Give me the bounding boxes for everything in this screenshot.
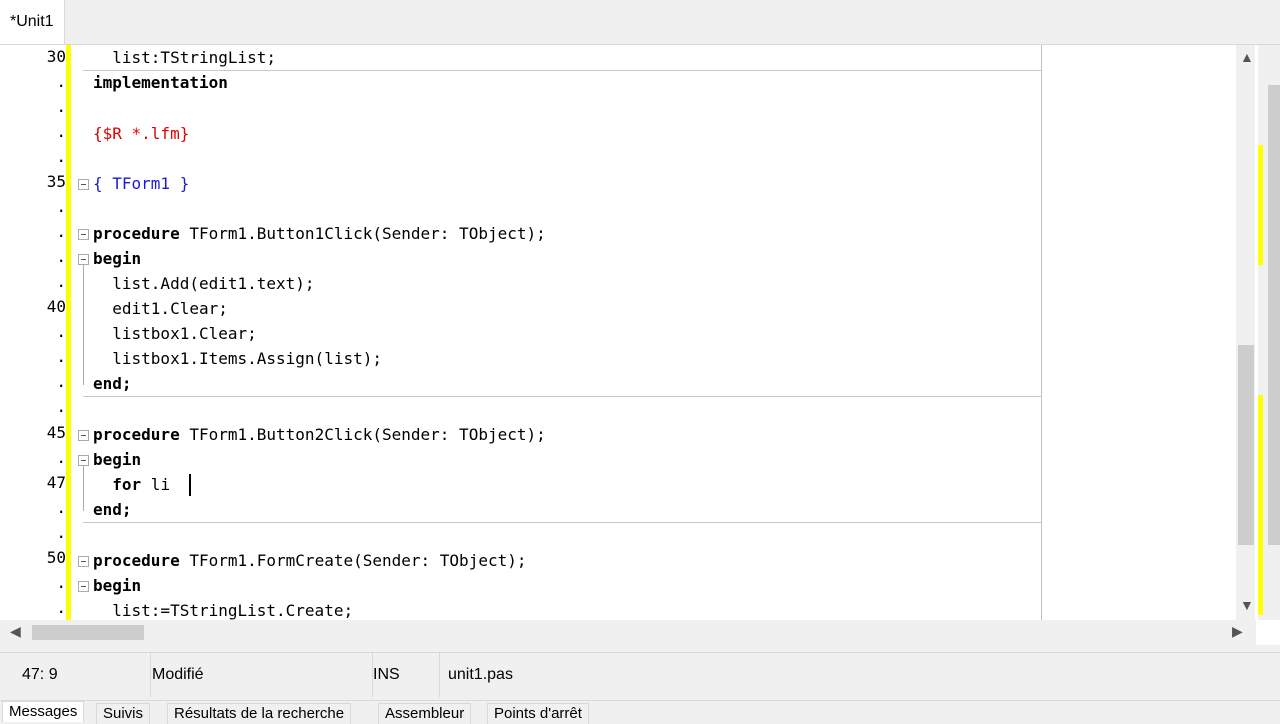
code-line: listbox1.Items.Assign(list);: [93, 349, 382, 368]
line-number: 45: [46, 423, 66, 442]
line-number: 47: [46, 473, 66, 492]
file-name: unit1.pas: [448, 666, 513, 683]
code-line: edit1.Clear;: [93, 299, 228, 318]
line-number: 50: [46, 548, 66, 567]
tab-search-results[interactable]: Résultats de la recherche: [167, 703, 352, 724]
line-number: 35: [46, 172, 66, 191]
tab-messages[interactable]: Messages: [2, 701, 85, 722]
code-line: begin: [93, 450, 142, 469]
line-number: 40: [46, 297, 66, 316]
modified-lines-bar: [66, 45, 71, 620]
line-number: .: [56, 72, 66, 91]
cursor-position: 47: 9: [12, 653, 151, 697]
line-number: .: [56, 372, 66, 391]
status-bar: 47: 9 Modifié INS unit1.pas: [0, 652, 1280, 697]
scroll-up-icon[interactable]: ▲: [1240, 49, 1254, 65]
section-separator: [83, 396, 1041, 397]
code-text: TForm1.Button1Click(Sender: TObject);: [179, 224, 546, 243]
code-area[interactable]: list:TStringList; implementation {$R *.l…: [78, 45, 1236, 620]
fold-toggle-icon[interactable]: [78, 581, 89, 592]
line-number: .: [56, 523, 66, 542]
code-line: list:=TStringList.Create;: [93, 601, 354, 620]
fold-toggle-icon[interactable]: [78, 430, 89, 441]
text-cursor: [189, 474, 191, 496]
scroll-down-icon[interactable]: ▼: [1240, 597, 1254, 613]
code-line: begin: [93, 576, 142, 595]
code-line: procedure TForm1.Button2Click(Sender: TO…: [93, 422, 546, 447]
code-line: procedure TForm1.Button1Click(Sender: TO…: [93, 221, 546, 246]
keyword: procedure: [93, 425, 180, 444]
scrollbar-thumb[interactable]: [32, 625, 144, 640]
scroll-right-icon[interactable]: ▶: [1232, 623, 1243, 640]
modified-marker: [1258, 145, 1263, 265]
line-number: .: [56, 197, 66, 216]
vertical-scrollbar[interactable]: ▲ ▼: [1236, 45, 1255, 620]
line-gutter: 30 . . . . 35 . . . . 40 . . . . 45 . 47…: [0, 45, 72, 620]
modified-marker: [1258, 395, 1263, 615]
tab-breakpoints[interactable]: Points d'arrêt: [487, 703, 589, 724]
line-number: .: [56, 122, 66, 141]
line-number: .: [56, 498, 66, 517]
keyword: procedure: [93, 551, 180, 570]
line-number: .: [56, 147, 66, 166]
line-number: .: [56, 397, 66, 416]
code-line: end;: [93, 374, 132, 393]
line-number: .: [56, 598, 66, 617]
overview-thumb[interactable]: [1268, 85, 1280, 545]
code-line: { TForm1 }: [93, 174, 190, 193]
source-editor[interactable]: 30 . . . . 35 . . . . 40 . . . . 45 . 47…: [0, 45, 1280, 645]
scroll-left-icon[interactable]: ◀: [10, 623, 21, 640]
line-number: .: [56, 322, 66, 341]
section-separator: [83, 522, 1041, 523]
tab-unit1[interactable]: *Unit1: [0, 0, 65, 44]
fold-toggle-icon[interactable]: [78, 455, 89, 466]
fold-toggle-icon[interactable]: [78, 229, 89, 240]
fold-guide: [83, 265, 84, 385]
code-line: end;: [93, 500, 132, 519]
code-line: {$R *.lfm}: [93, 124, 190, 143]
code-line: begin: [93, 249, 142, 268]
line-number: 30: [46, 47, 66, 66]
line-number: .: [56, 448, 66, 467]
keyword: procedure: [93, 224, 180, 243]
tab-assembler[interactable]: Assembleur: [378, 703, 472, 724]
line-number: .: [56, 347, 66, 366]
editor-tab-bar: *Unit1: [0, 0, 1280, 45]
fold-toggle-icon[interactable]: [78, 179, 89, 190]
modified-status: Modifié: [142, 653, 373, 697]
code-line: list.Add(edit1.text);: [93, 274, 315, 293]
code-line: procedure TForm1.FormCreate(Sender: TObj…: [93, 548, 526, 573]
line-number: .: [56, 222, 66, 241]
code-line: for li: [93, 472, 170, 497]
line-number: .: [56, 573, 66, 592]
code-line: implementation: [93, 73, 228, 92]
keyword: for: [112, 475, 142, 494]
code-line: listbox1.Clear;: [93, 324, 257, 343]
code-line: list:TStringList;: [93, 48, 277, 67]
messages-panel-tabs: Messages Suivis Résultats de la recherch…: [0, 700, 1280, 724]
horizontal-scrollbar[interactable]: ◀ ▶: [0, 620, 1256, 645]
line-number: .: [56, 97, 66, 116]
code-text: TForm1.Button2Click(Sender: TObject);: [179, 425, 546, 444]
right-margin-line: [1041, 45, 1042, 620]
fold-toggle-icon[interactable]: [78, 254, 89, 265]
code-text: li: [141, 475, 171, 494]
insert-mode: INS: [363, 653, 440, 697]
scrollbar-thumb[interactable]: [1238, 345, 1254, 545]
fold-toggle-icon[interactable]: [78, 556, 89, 567]
line-number: .: [56, 247, 66, 266]
overview-ruler: [1258, 45, 1280, 620]
fold-guide: [83, 466, 84, 511]
code-text: TForm1.FormCreate(Sender: TObject);: [179, 551, 527, 570]
line-number: .: [56, 272, 66, 291]
tab-suivis[interactable]: Suivis: [96, 703, 151, 724]
